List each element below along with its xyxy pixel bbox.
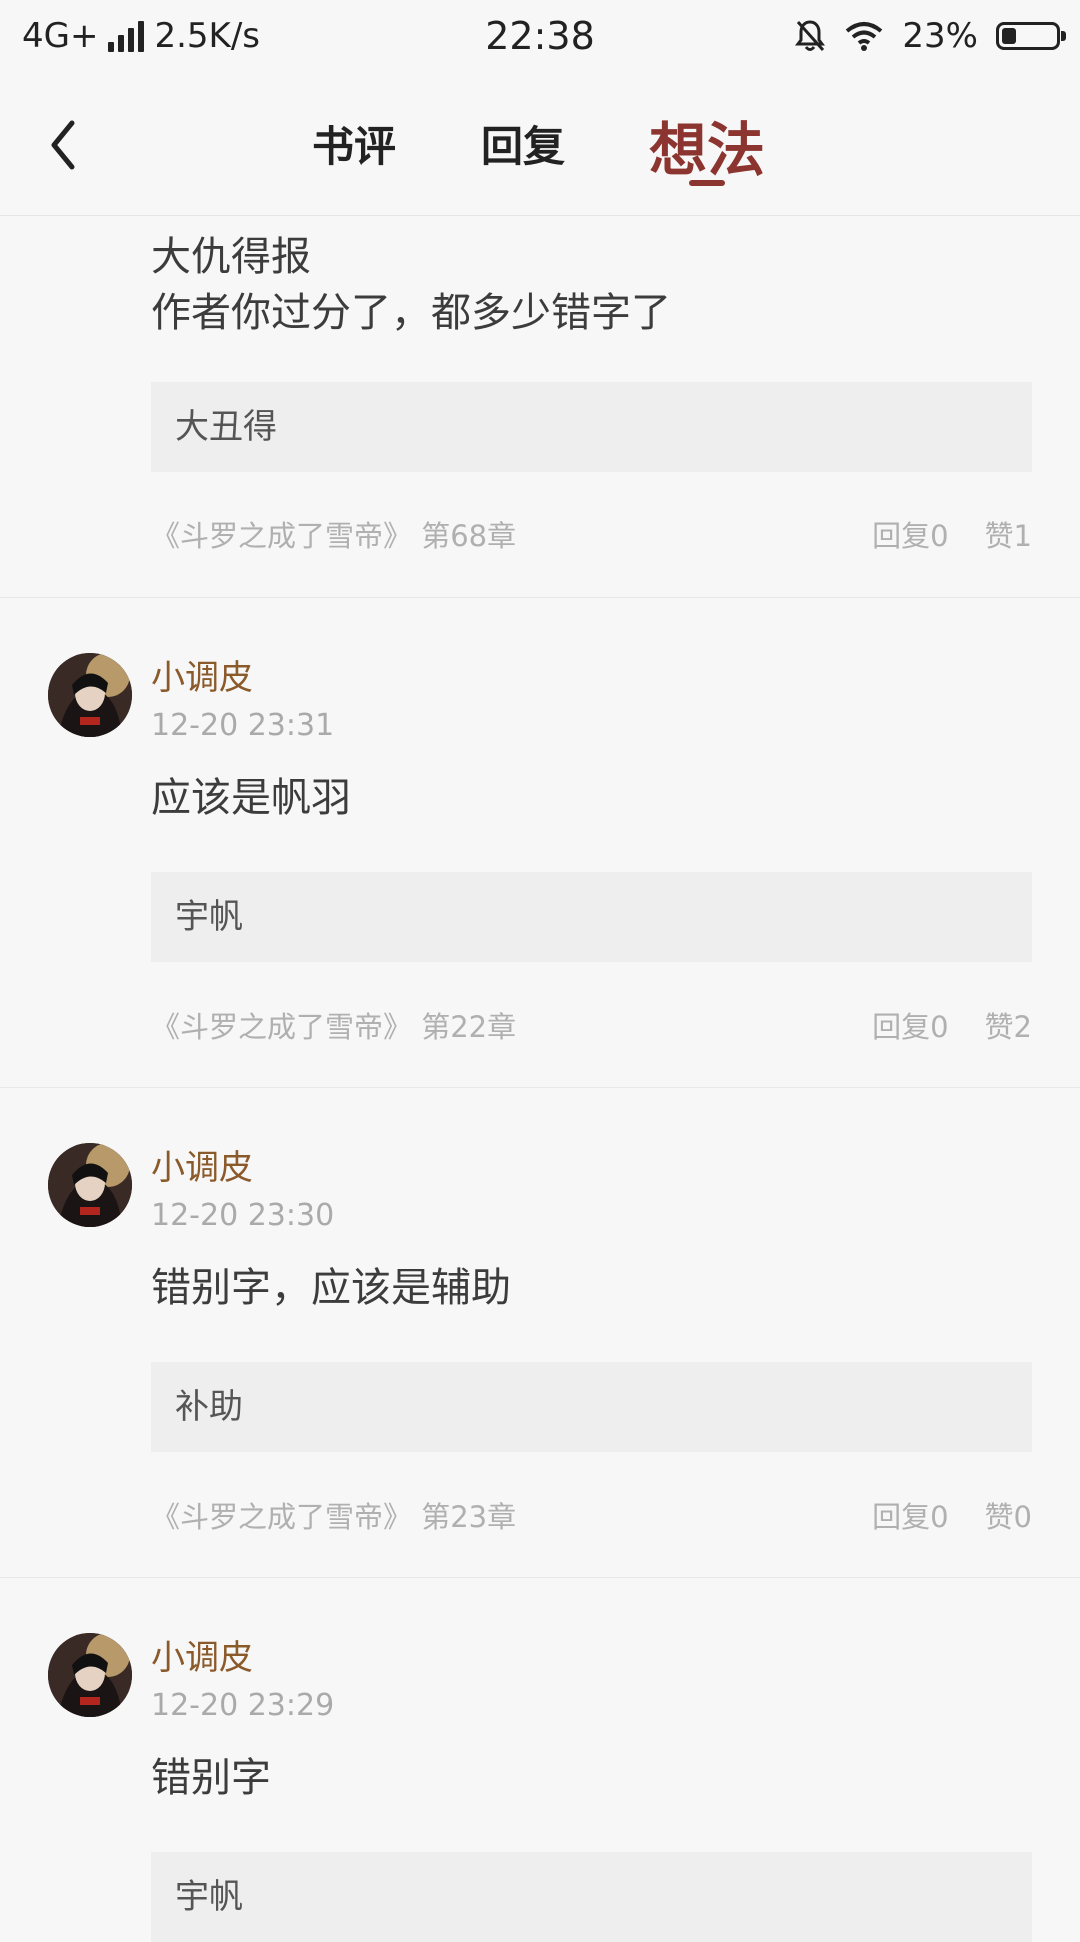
battery-percent: 23% xyxy=(902,16,978,56)
tab-thoughts[interactable]: 想法 xyxy=(649,103,765,187)
reply-count[interactable]: 回复0 xyxy=(872,1004,948,1046)
item-stats: 回复0 赞0 xyxy=(872,1494,1032,1536)
timestamp: 12-20 23:31 xyxy=(151,708,335,743)
quote-block[interactable]: 宇帆 xyxy=(151,1852,1032,1942)
status-right: 23% xyxy=(794,16,1066,56)
avatar[interactable] xyxy=(48,1143,132,1227)
timestamp: 12-20 23:30 xyxy=(151,1198,335,1233)
list-item[interactable]: 小调皮 12-20 23:31 应该是帆羽 宇帆 《斗罗之成了雪帝》 第22章 … xyxy=(0,598,1080,1088)
book-source[interactable]: 《斗罗之成了雪帝》 第23章 xyxy=(151,1494,516,1536)
item-content: 应该是帆羽 xyxy=(151,775,351,821)
list-item[interactable]: 大仇得报 作者你过分了，都多少错字了 大丑得 《斗罗之成了雪帝》 第68章 回复… xyxy=(0,216,1080,598)
tab-book-review[interactable]: 书评 xyxy=(312,113,396,174)
quote-block[interactable]: 宇帆 xyxy=(151,872,1032,962)
username[interactable]: 小调皮 xyxy=(151,1630,253,1679)
item-content: 大仇得报 作者你过分了，都多少错字了 xyxy=(151,229,671,341)
avatar[interactable] xyxy=(48,1633,132,1717)
quote-block[interactable]: 大丑得 xyxy=(151,382,1032,472)
item-content: 错别字，应该是辅助 xyxy=(151,1265,511,1311)
like-count[interactable]: 赞2 xyxy=(985,1004,1032,1046)
timestamp: 12-20 23:29 xyxy=(151,1688,335,1723)
avatar[interactable] xyxy=(48,653,132,737)
username[interactable]: 小调皮 xyxy=(151,650,253,699)
like-count[interactable]: 赞0 xyxy=(985,1494,1032,1536)
like-count[interactable]: 赞1 xyxy=(985,513,1032,555)
top-nav: 书评 回复 想法 xyxy=(0,75,1080,216)
content-line: 作者你过分了，都多少错字了 xyxy=(151,290,671,336)
reply-count[interactable]: 回复0 xyxy=(872,513,948,555)
active-tab-indicator xyxy=(689,180,725,186)
wifi-icon xyxy=(846,22,883,51)
list-item[interactable]: 小调皮 12-20 23:30 错别字，应该是辅助 补助 《斗罗之成了雪帝》 第… xyxy=(0,1088,1080,1578)
battery-icon xyxy=(996,22,1066,50)
list-item[interactable]: 小调皮 12-20 23:29 错别字 宇帆 xyxy=(0,1578,1080,1942)
back-icon[interactable] xyxy=(40,115,90,175)
tab-replies[interactable]: 回复 xyxy=(481,113,565,174)
item-stats: 回复0 赞2 xyxy=(872,1004,1032,1046)
content-line: 大仇得报 xyxy=(151,234,311,280)
book-source[interactable]: 《斗罗之成了雪帝》 第68章 xyxy=(151,513,516,555)
status-bar: 4G+ 2.5K/s 22:38 23% xyxy=(0,0,1080,75)
username[interactable]: 小调皮 xyxy=(151,1140,253,1189)
quote-block[interactable]: 补助 xyxy=(151,1362,1032,1452)
book-source[interactable]: 《斗罗之成了雪帝》 第22章 xyxy=(151,1004,516,1046)
reply-count[interactable]: 回复0 xyxy=(872,1494,948,1536)
item-stats: 回复0 赞1 xyxy=(872,513,1032,555)
item-content: 错别字 xyxy=(151,1755,271,1801)
mute-bell-icon xyxy=(795,20,826,51)
